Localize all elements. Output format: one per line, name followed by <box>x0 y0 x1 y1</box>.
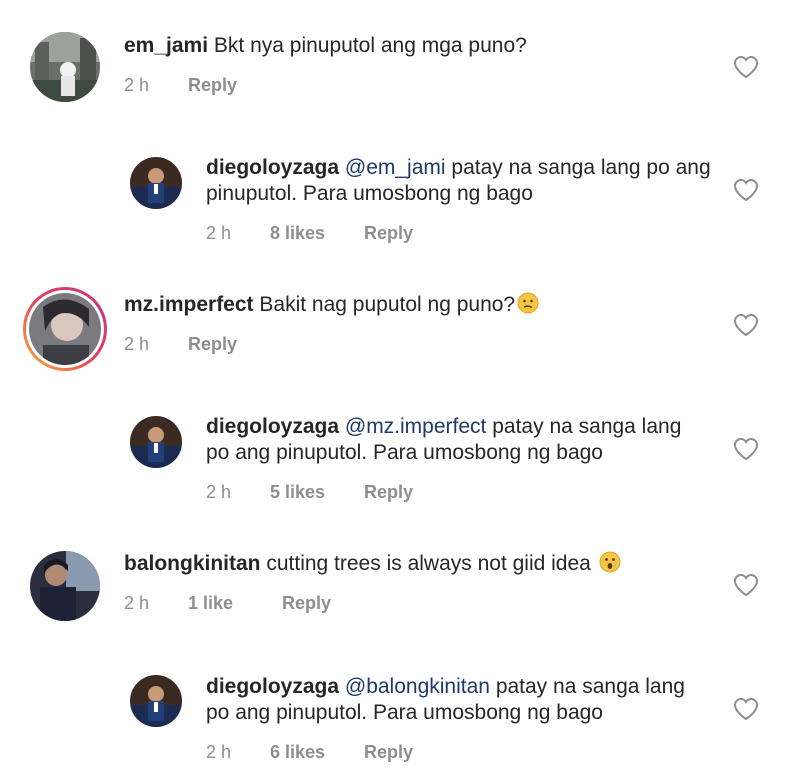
timestamp: 2 h <box>124 593 150 613</box>
comment-text: diegoloyzaga @balongkinitan patay na san… <box>206 675 685 724</box>
comment-text: diegoloyzaga @em_jami patay na sanga lan… <box>206 156 711 205</box>
likes-count[interactable]: 8 likes <box>270 223 364 244</box>
reply-button[interactable]: Reply <box>364 482 413 503</box>
comment-text: balongkinitan cutting trees is always no… <box>124 551 621 577</box>
reply-button[interactable]: Reply <box>364 223 413 244</box>
reply-button[interactable]: Reply <box>188 334 237 355</box>
timestamp: 2 h <box>206 742 232 762</box>
heart-icon[interactable] <box>733 573 759 597</box>
comment-meta: 2 h Reply <box>124 334 539 355</box>
mention-link[interactable]: @balongkinitan <box>345 675 490 698</box>
comment-text: mz.imperfect Bakit nag puputol ng puno? <box>124 292 539 318</box>
likes-count[interactable]: 1 like <box>188 593 282 614</box>
comment-text: diegoloyzaga @mz.imperfect patay na sang… <box>206 415 682 464</box>
username[interactable]: em_jami <box>124 34 208 57</box>
avatar[interactable] <box>30 32 100 102</box>
timestamp: 2 h <box>206 482 232 502</box>
heart-icon[interactable] <box>733 313 759 337</box>
comment-meta: 2 h 8 likes Reply <box>206 223 711 244</box>
comment-meta: 2 h 6 likes Reply <box>206 742 685 763</box>
reply-button[interactable]: Reply <box>282 593 331 614</box>
mention-link[interactable]: @em_jami <box>345 156 446 179</box>
heart-icon[interactable] <box>733 178 759 202</box>
username[interactable]: mz.imperfect <box>124 293 254 316</box>
comment-meta: 2 h 5 likes Reply <box>206 482 681 503</box>
comment-text: em_jami Bkt nya pinuputol ang mga puno? <box>124 34 527 57</box>
timestamp: 2 h <box>124 334 150 354</box>
mention-link[interactable]: @mz.imperfect <box>345 415 487 438</box>
avatar[interactable] <box>23 287 107 371</box>
heart-icon[interactable] <box>733 437 759 461</box>
username[interactable]: diegoloyzaga <box>206 675 339 698</box>
username[interactable]: diegoloyzaga <box>206 156 339 179</box>
avatar[interactable] <box>130 157 182 209</box>
username[interactable]: balongkinitan <box>124 552 261 575</box>
comment-meta: 2 h 1 like Reply <box>124 593 621 614</box>
heart-icon[interactable] <box>733 697 759 721</box>
confused-face-emoji <box>517 292 539 314</box>
surprised-face-emoji <box>599 551 621 573</box>
heart-icon[interactable] <box>733 55 759 79</box>
reply-button[interactable]: Reply <box>188 75 237 96</box>
avatar[interactable] <box>130 675 182 727</box>
likes-count[interactable]: 5 likes <box>270 482 364 503</box>
comment-meta: 2 h Reply <box>124 75 527 96</box>
timestamp: 2 h <box>124 75 150 95</box>
avatar[interactable] <box>130 416 182 468</box>
avatar[interactable] <box>30 551 100 621</box>
timestamp: 2 h <box>206 223 232 243</box>
username[interactable]: diegoloyzaga <box>206 415 339 438</box>
reply-button[interactable]: Reply <box>364 742 413 763</box>
likes-count[interactable]: 6 likes <box>270 742 364 763</box>
